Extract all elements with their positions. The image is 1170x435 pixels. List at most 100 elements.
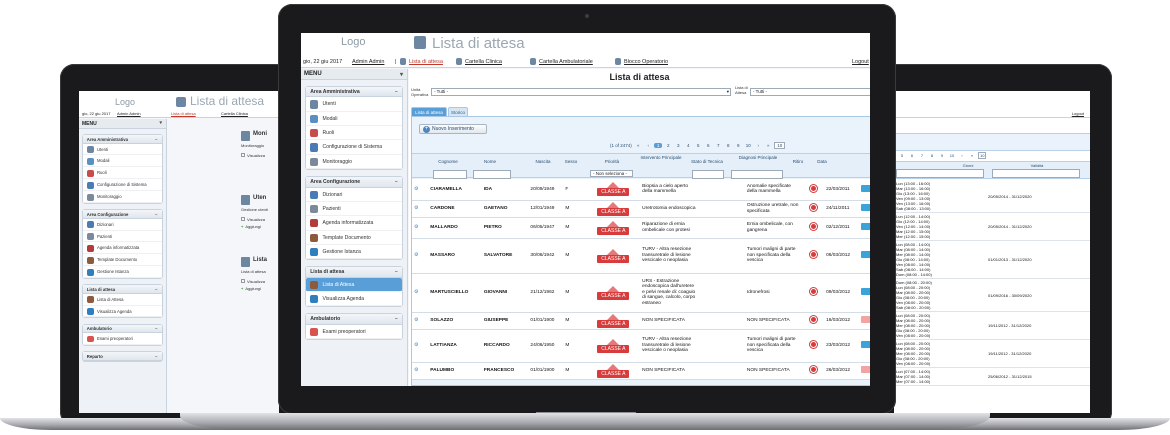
left-sidebar-item-ruoli[interactable]: Ruoli (83, 167, 162, 180)
action-pill[interactable] (861, 315, 870, 323)
pager-page[interactable]: 1 (654, 143, 663, 148)
right-table-row[interactable]: Lun (13:00 - 16:00) Mar (13:00 - 16:00) Gi… (894, 180, 1090, 213)
collapse-icon[interactable]: − (155, 287, 157, 292)
right-pager-last[interactable]: » (968, 153, 976, 158)
center-menu-collapse-icon[interactable]: ▾ (400, 71, 403, 78)
card-action-view[interactable]: Visualizza (241, 279, 265, 284)
right-pager-page[interactable]: 7 (918, 153, 926, 158)
filter-uo-select[interactable]: - Tutti - ▾ (431, 88, 731, 96)
pager-page[interactable]: 9 (734, 143, 742, 148)
right-table-row[interactable]: Lun (08:00 - 14:00) Mar (08:00 - 14:00) Me… (894, 240, 1090, 279)
rows-per-page-select[interactable]: 10 (774, 142, 786, 149)
card-action-view[interactable]: Visualizza (241, 153, 265, 158)
collapse-icon[interactable]: − (395, 316, 398, 322)
new-entry-button[interactable]: + Nuovo Inserimento (419, 124, 487, 134)
collapse-icon[interactable]: − (155, 212, 157, 217)
tab-storico[interactable]: Storico (448, 107, 468, 116)
left-nav-cartella[interactable]: Cartella Clinica (221, 111, 248, 116)
right-table-row[interactable]: Lun (08:00 - 20:00) Mar (08:00 - 20:00) Me… (894, 311, 1090, 340)
left-sidebar-item-template-documento[interactable]: Template Documento (83, 254, 162, 267)
right-pager-page[interactable]: 5 (898, 153, 906, 158)
table-row[interactable]: ⚙ LATTIANZA RICCARDO 24/06/1950 M CLASSE A TUR… (412, 329, 870, 363)
center-nav-ambulatoriale[interactable]: Cartella Ambulatoriale (539, 59, 593, 65)
right-pager-page[interactable]: 8 (928, 153, 936, 158)
pager-prev[interactable]: ‹ (644, 143, 652, 148)
col-header-cognome[interactable]: Cognome (433, 159, 463, 164)
card-action-add[interactable]: + Aggiungi (241, 286, 261, 291)
center-sidebar-item-modali[interactable]: Modali (306, 112, 402, 127)
left-sidebar-item-dizionari[interactable]: Dizionari (83, 219, 162, 231)
center-sidebar-item-esami-preoperatori[interactable]: Esami preoperatori (306, 325, 402, 340)
right-table-row[interactable]: Lun (08:00 - 20:00) Mar (08:00 - 20:00) Me… (894, 339, 1090, 368)
right-table-row[interactable]: Lun (12:00 - 14:00) Gio (12:00 - 14:00) Ve… (894, 212, 1090, 241)
row-settings-icon[interactable]: ⚙ (414, 253, 418, 258)
card-action-view[interactable]: Visualizza (241, 217, 265, 222)
action-pill[interactable] (861, 222, 870, 230)
action-pill[interactable] (861, 184, 870, 192)
right-filter-giorni[interactable] (896, 169, 984, 178)
col-header-nascita[interactable]: Nascita (530, 159, 556, 164)
col-header-ritiro[interactable]: Ritiro (791, 159, 805, 164)
center-section-header[interactable]: Area Amministrativa − (306, 87, 402, 98)
filter-stato[interactable] (692, 170, 724, 179)
right-pager-next[interactable]: › (958, 153, 966, 158)
center-sidebar-item-monitoraggio[interactable]: Monitoraggio (306, 155, 402, 170)
action-pill[interactable] (861, 340, 870, 348)
action-pill[interactable] (861, 250, 870, 258)
left-section-header[interactable]: Ambulatorio − (83, 324, 162, 334)
left-sidebar-item-agenda-informatizzata[interactable]: Agenda informatizzata (83, 242, 162, 255)
filter-la-select[interactable]: - Tutti - (750, 88, 870, 96)
pager-page[interactable]: 8 (724, 143, 732, 148)
center-section-header[interactable]: Ambulatorio − (306, 314, 402, 325)
left-section-header[interactable]: Reparto − (83, 352, 162, 361)
center-sidebar-item-ruoli[interactable]: Ruoli (306, 126, 402, 141)
table-row[interactable]: ⚙ MARTUSCIELLO GIOVANNI 21/12/1962 M CLASSE A… (412, 273, 870, 313)
pager-page[interactable]: 4 (684, 143, 692, 148)
collapse-icon[interactable]: − (155, 354, 157, 359)
left-sidebar-item-lista-di-attesa[interactable]: Lista di Attesa (83, 294, 162, 306)
pager-page[interactable]: 5 (694, 143, 702, 148)
col-header-diagnosi-principale[interactable]: Diagnosi Principale (729, 155, 787, 160)
filter-nome[interactable] (473, 170, 511, 179)
table-row[interactable]: ⚙ SOLAZZO GIUSEPPE 01/01/1900 M CLASSE A NON S… (412, 312, 870, 330)
center-sidebar-item-agenda-informatizzata[interactable]: Agenda informatizzata (306, 216, 402, 231)
center-nav-lista[interactable]: Lista di attesa (409, 59, 443, 65)
left-section-header[interactable]: Area Amministrativa − (83, 135, 162, 144)
left-section-header[interactable]: Area Configurazione − (83, 210, 162, 219)
left-menu-collapse-icon[interactable]: ▾ (159, 120, 162, 126)
left-user-link[interactable]: Admin Admin (117, 111, 141, 116)
col-header-stato-di-tecnica[interactable]: Stato di Tecnica (690, 159, 724, 164)
right-rows-per-page[interactable]: 10 (978, 152, 987, 159)
center-nav-blocco[interactable]: Blocco Operatorio (624, 59, 668, 65)
card-action-add[interactable]: + Aggiungi (241, 224, 261, 229)
left-nav-lista[interactable]: Lista di attesa (171, 111, 196, 116)
row-settings-icon[interactable]: ⚙ (414, 187, 418, 192)
pager-first[interactable]: « (634, 143, 642, 148)
row-settings-icon[interactable]: ⚙ (414, 368, 418, 373)
left-sidebar-item-modali[interactable]: Modali (83, 155, 162, 168)
action-pill[interactable] (861, 365, 870, 373)
pager-page[interactable]: 6 (704, 143, 712, 148)
table-row[interactable]: ⚙ CARDONE GAETANO 12/01/1949 M CLASSE A Uretro… (412, 200, 870, 218)
row-settings-icon[interactable]: ⚙ (414, 225, 418, 230)
left-sidebar-item-pazienti[interactable]: Pazienti (83, 231, 162, 243)
center-nav-cartella[interactable]: Cartella Clinica (465, 59, 502, 65)
left-sidebar-item-visualizza-agenda[interactable]: Visualizza Agenda (83, 306, 162, 318)
center-sidebar-item-lista-di-attesa[interactable]: Lista di Attesa (306, 277, 402, 292)
col-header-intervento-principale[interactable]: Intervento Principale (636, 155, 686, 160)
center-sidebar-item-pazienti[interactable]: Pazienti (306, 202, 402, 217)
right-pager-page[interactable]: 9 (938, 153, 946, 158)
tab-lista[interactable]: Lista di attesa (411, 107, 447, 116)
right-table-row[interactable]: Dom (08:00 - 20:00) Lun (08:00 - 20:00) Ma… (894, 278, 1090, 312)
center-sidebar-item-configurazione-di-sistema[interactable]: Configurazione di Sistema (306, 140, 402, 155)
row-settings-icon[interactable]: ⚙ (414, 206, 418, 211)
pager-page[interactable]: 2 (664, 143, 672, 148)
action-pill[interactable] (861, 287, 870, 295)
collapse-icon[interactable]: − (155, 137, 157, 142)
pager-next[interactable]: › (754, 143, 762, 148)
table-row[interactable]: ⚙ MASSARO SALVATORE 30/06/1942 M CLASSE A TURV… (412, 238, 870, 274)
table-row[interactable]: ⚙ CIARAMELLA IDA 20/09/1949 F CLASSE A Biopsia… (412, 179, 870, 201)
pager-page[interactable]: 10 (744, 143, 752, 148)
right-pager-page[interactable]: 6 (908, 153, 916, 158)
right-filter-validita[interactable] (992, 169, 1080, 178)
